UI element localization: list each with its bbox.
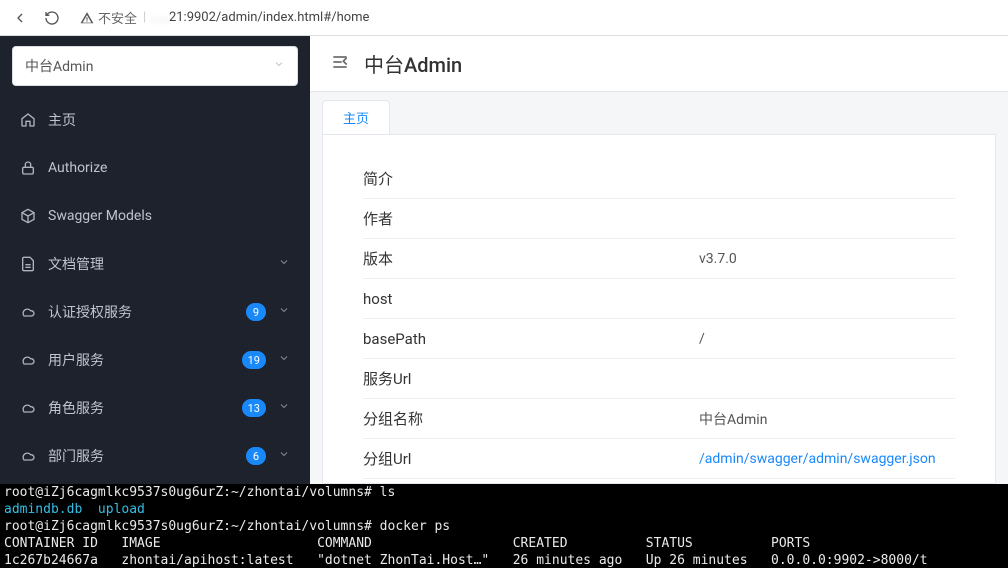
info-label: 作者 [363,208,699,229]
terminal[interactable]: root@iZj6cagmlkc9537s0ug6urZ:~/zhontai/v… [0,484,1008,568]
browser-address-bar: 不安全 | . . .21:9902/admin/index.html#/hom… [0,0,1008,36]
cloud-icon [20,400,36,416]
info-label: 分组名称 [363,408,699,429]
info-row: 版本v3.7.0 [363,239,955,279]
sidebar-item-2[interactable]: Swagger Models [0,192,310,240]
info-value: 中台Admin [699,409,955,429]
reload-button[interactable] [40,6,64,30]
app-title: 中台Admin [364,49,462,78]
sidebar-item-badge: 13 [242,399,266,417]
info-row: 分组名称中台Admin [363,399,955,439]
chevron-down-icon [278,400,290,416]
back-button[interactable] [8,6,32,30]
info-value: /admin/swagger/admin/swagger.json [699,451,955,467]
url-field[interactable]: 不安全 | . . .21:9902/admin/index.html#/hom… [72,8,1000,27]
tabs-row: 主页 [310,92,1008,134]
info-label: 分组Url [363,448,699,469]
chevron-down-icon [273,58,285,74]
cloud-icon [20,448,36,464]
sidebar-item-7[interactable]: 部门服务 6 [0,432,310,480]
info-label: 简介 [363,168,699,189]
info-row: basePath/ [363,319,955,359]
info-value-text: 中台Admin [699,412,767,428]
topbar: 中台Admin [310,36,1008,92]
info-label: basePath [363,330,699,348]
info-value-text: v3.7.0 [699,251,737,267]
info-value-text: / [699,331,705,347]
info-value: / [699,331,955,347]
sidebar: 中台Admin 主页 Authorize Swagger Models 文档管理认证授… [0,36,310,484]
cloud-icon [20,304,36,320]
info-value: v3.7.0 [699,251,955,267]
tab-home[interactable]: 主页 [322,100,390,134]
sidebar-item-4[interactable]: 认证授权服务 9 [0,288,310,336]
chevron-down-icon [278,256,290,272]
collapse-sidebar-button[interactable] [330,52,350,76]
lock-icon [20,160,36,176]
tab-label: 主页 [343,108,369,127]
chevron-down-icon [278,304,290,320]
info-row: 分组Url/admin/swagger/admin/swagger.json [363,439,955,479]
sidebar-item-label: Authorize [48,160,290,176]
chevron-down-icon [278,448,290,464]
info-label: 服务Url [363,368,699,389]
content-panel: 简介作者版本v3.7.0hostbasePath/服务Url分组名称中台Admi… [322,134,996,484]
cloud-icon [20,352,36,368]
info-row: host [363,279,955,319]
sidebar-item-label: 认证授权服务 [48,302,234,322]
info-label: 版本 [363,248,699,269]
sidebar-item-label: 文档管理 [48,254,266,274]
info-label: host [363,290,699,308]
info-row: 作者 [363,199,955,239]
chevron-down-icon [278,352,290,368]
site-selector[interactable]: 中台Admin [12,46,298,86]
insecure-label: 不安全 [98,8,137,27]
sidebar-item-label: 用户服务 [48,350,230,370]
sidebar-item-6[interactable]: 角色服务 13 [0,384,310,432]
sidebar-item-label: 部门服务 [48,446,234,466]
sidebar-item-3[interactable]: 文档管理 [0,240,310,288]
sidebar-item-badge: 6 [246,447,266,465]
sidebar-item-0[interactable]: 主页 [0,96,310,144]
info-row: 简介 [363,159,955,199]
doc-icon [20,256,36,272]
sidebar-menu: 主页 Authorize Swagger Models 文档管理认证授权服务 9 用户服务… [0,96,310,484]
sidebar-item-badge: 19 [242,351,266,369]
sidebar-item-label: 角色服务 [48,398,230,418]
main-area: 中台Admin 主页 简介作者版本v3.7.0hostbasePath/服务Ur… [310,36,1008,484]
cube-icon [20,208,36,224]
sidebar-item-label: Swagger Models [48,208,290,224]
info-row: 服务Url [363,359,955,399]
sidebar-item-1[interactable]: Authorize [0,144,310,192]
sidebar-item-5[interactable]: 用户服务 19 [0,336,310,384]
sidebar-item-badge: 9 [246,303,266,321]
home-icon [20,112,36,128]
insecure-badge: 不安全 [80,8,137,27]
info-value-link[interactable]: /admin/swagger/admin/swagger.json [699,451,936,467]
sidebar-item-label: 主页 [48,110,290,130]
site-selector-label: 中台Admin [25,56,93,76]
